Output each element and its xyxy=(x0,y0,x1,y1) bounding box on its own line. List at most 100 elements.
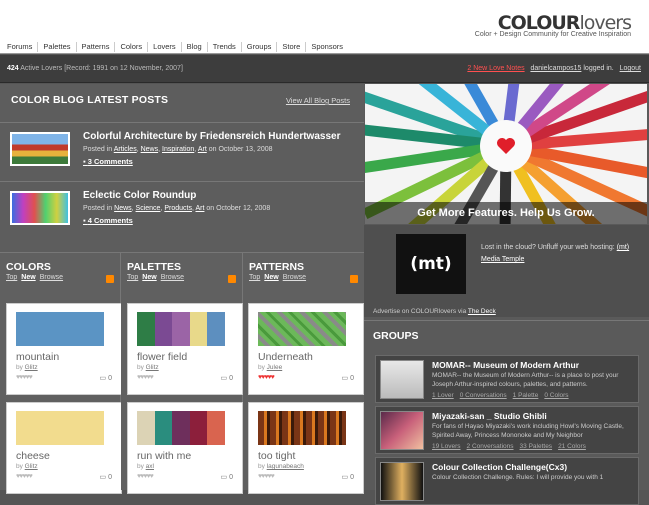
the-deck-link[interactable]: The Deck xyxy=(468,308,496,315)
rating-hearts-icon[interactable]: ♥♥♥♥♥ xyxy=(258,374,275,381)
pattern-card[interactable]: too tight by lagunabeach ♥♥♥♥♥ ▭ 0 xyxy=(248,402,364,494)
stat-link[interactable]: 1 Lover xyxy=(432,392,454,399)
nav-patterns[interactable]: Patterns xyxy=(77,41,116,52)
comments-link[interactable]: ▪ 3 Comments xyxy=(83,157,133,166)
rating-hearts-icon[interactable]: ♥♥♥♥♥ xyxy=(16,473,33,480)
color-swatch[interactable] xyxy=(16,312,104,346)
group-name[interactable]: MOMAR-- Museum of Modern Arthur xyxy=(432,360,579,370)
colors-heading[interactable]: COLORS xyxy=(6,261,51,273)
card-name[interactable]: cheese xyxy=(16,450,50,462)
tab-top[interactable]: Top xyxy=(249,274,260,281)
author-link[interactable]: lagunabeach xyxy=(267,463,304,470)
view-all-blog-posts-link[interactable]: View All Blog Posts xyxy=(286,96,350,105)
group-item[interactable]: MOMAR-- Museum of Modern Arthur MOMAR-- … xyxy=(375,355,639,403)
media-temple-logo[interactable]: (mt) xyxy=(396,234,466,294)
pattern-card[interactable]: Underneath by Julee ♥♥♥♥♥ ▭ 0 xyxy=(248,303,364,395)
rss-icon[interactable] xyxy=(350,275,358,283)
tag-link[interactable]: Art xyxy=(198,146,207,153)
blog-section: COLOR BLOG LATEST POSTS View All Blog Po… xyxy=(0,84,364,252)
author-link[interactable]: Glitz xyxy=(25,364,38,371)
post-thumbnail[interactable] xyxy=(10,191,70,225)
tagline: Color + Design Community for Creative In… xyxy=(474,31,631,38)
tab-top[interactable]: Top xyxy=(127,274,138,281)
card-name[interactable]: mountain xyxy=(16,351,59,363)
post-title[interactable]: Colorful Architecture by Friedensreich H… xyxy=(83,131,340,142)
logout-link[interactable]: Logout xyxy=(620,65,641,72)
color-card[interactable]: mountain by Glitz ♥♥♥♥♥ ▭ 0 xyxy=(6,303,122,395)
rating-hearts-icon[interactable]: ♥♥♥♥♥ xyxy=(137,374,154,381)
rating-hearts-icon[interactable]: ♥♥♥♥♥ xyxy=(137,473,154,480)
palettes-tabs: Top New Browse xyxy=(127,274,188,281)
post-thumbnail[interactable] xyxy=(10,132,70,166)
rating-hearts-icon[interactable]: ♥♥♥♥♥ xyxy=(16,374,33,381)
comment-count: ▭ 0 xyxy=(341,375,354,382)
nav-groups[interactable]: Groups xyxy=(242,41,278,52)
tag-link[interactable]: News xyxy=(114,205,132,212)
group-avatar[interactable] xyxy=(380,462,424,501)
nav-blog[interactable]: Blog xyxy=(182,41,208,52)
promo-caption[interactable]: Get More Features. Help Us Grow. xyxy=(365,202,647,224)
card-name[interactable]: Underneath xyxy=(258,351,313,363)
nav-forums[interactable]: Forums xyxy=(2,41,39,52)
patterns-heading[interactable]: PATTERNS xyxy=(249,261,304,273)
card-name[interactable]: too tight xyxy=(258,450,295,462)
promo-banner[interactable]: Get More Features. Help Us Grow. xyxy=(365,84,647,224)
tag-link[interactable]: Articles xyxy=(114,146,137,153)
pattern-swatch[interactable] xyxy=(258,411,346,445)
palette-swatches[interactable] xyxy=(137,411,225,445)
card-name[interactable]: run with me xyxy=(137,450,191,462)
card-name[interactable]: flower field xyxy=(137,351,187,363)
color-card[interactable]: cheese by Glitz ♥♥♥♥♥ ▭ 0 xyxy=(6,402,122,494)
rss-icon[interactable] xyxy=(106,275,114,283)
tab-browse[interactable]: Browse xyxy=(161,274,184,281)
username-link[interactable]: danielcampos15 xyxy=(530,65,581,72)
nav-trends[interactable]: Trends xyxy=(208,41,242,52)
stat-link[interactable]: 19 Lovers xyxy=(432,443,461,450)
stat-link[interactable]: 21 Colors xyxy=(558,443,586,450)
tab-new[interactable]: New xyxy=(142,274,156,281)
nav-colors[interactable]: Colors xyxy=(115,41,149,52)
blog-post: Eclectic Color Roundup Posted in News, S… xyxy=(0,181,364,235)
palette-swatches[interactable] xyxy=(137,312,225,346)
stat-link[interactable]: 2 Conversations xyxy=(467,443,514,450)
tab-browse[interactable]: Browse xyxy=(40,274,63,281)
author-link[interactable]: axl xyxy=(146,463,154,470)
tab-new[interactable]: New xyxy=(264,274,278,281)
color-swatch[interactable] xyxy=(16,411,104,445)
author-link[interactable]: Glitz xyxy=(146,364,159,371)
group-avatar[interactable] xyxy=(380,411,424,450)
tag-link[interactable]: Inspiration xyxy=(162,146,194,153)
group-item[interactable]: Colour Collection Challenge(Cx3) Colour … xyxy=(375,457,639,505)
group-name[interactable]: Miyazaki-san _ Studio Ghibli xyxy=(432,411,547,421)
nav-sponsors[interactable]: Sponsors xyxy=(306,42,348,52)
tab-new[interactable]: New xyxy=(21,274,35,281)
stat-link[interactable]: 0 Conversations xyxy=(460,392,507,399)
comment-icon: ▭ xyxy=(220,474,230,481)
pattern-swatch[interactable] xyxy=(258,312,346,346)
group-item[interactable]: Miyazaki-san _ Studio Ghibli For fans of… xyxy=(375,406,639,454)
tag-link[interactable]: Science xyxy=(136,205,161,212)
stat-link[interactable]: 33 Palettes xyxy=(520,443,553,450)
stat-link[interactable]: 1 Palette xyxy=(513,392,539,399)
comments-link[interactable]: ▪ 4 Comments xyxy=(83,216,133,225)
post-title[interactable]: Eclectic Color Roundup xyxy=(83,190,196,201)
nav-palettes[interactable]: Palettes xyxy=(38,41,77,52)
author-link[interactable]: Julee xyxy=(267,364,283,371)
tag-link[interactable]: News xyxy=(141,146,159,153)
group-avatar[interactable] xyxy=(380,360,424,399)
stat-link[interactable]: 0 Colors xyxy=(544,392,568,399)
author-link[interactable]: Glitz xyxy=(25,463,38,470)
love-notes-link[interactable]: 2 New Love Notes xyxy=(467,65,524,72)
palette-card[interactable]: run with me by axl ♥♥♥♥♥ ▭ 0 xyxy=(127,402,243,494)
group-name[interactable]: Colour Collection Challenge(Cx3) xyxy=(432,462,567,472)
palettes-heading[interactable]: PALETTES xyxy=(127,261,181,273)
user-status: 2 New Love Notes danielcampos15 logged i… xyxy=(467,65,641,72)
tag-link[interactable]: Products xyxy=(164,205,192,212)
palette-card[interactable]: flower field by Glitz ♥♥♥♥♥ ▭ 0 xyxy=(127,303,243,395)
tab-top[interactable]: Top xyxy=(6,274,17,281)
nav-lovers[interactable]: Lovers xyxy=(148,41,182,52)
rating-hearts-icon[interactable]: ♥♥♥♥♥ xyxy=(258,473,275,480)
tab-browse[interactable]: Browse xyxy=(283,274,306,281)
nav-store[interactable]: Store xyxy=(277,41,307,52)
rss-icon[interactable] xyxy=(228,275,236,283)
